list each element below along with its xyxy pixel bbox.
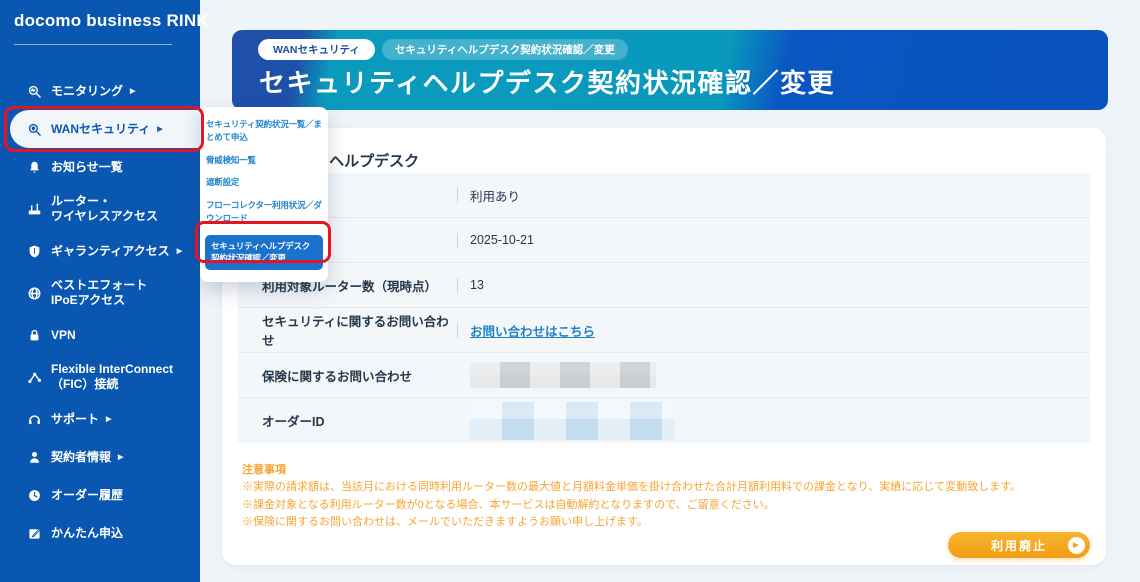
globe-icon — [26, 285, 42, 301]
sidebar-item-router-wireless[interactable]: ルーター・ワイヤレスアクセス — [0, 186, 200, 232]
submenu-item-flow-collector[interactable]: フローコレクター利用状況／ダウンロード — [206, 199, 322, 225]
sidebar-nav: モニタリング ▶ WANセキュリティ ▶ お知らせ一覧ルーター・ワイヤレスアクセスギャラ… — [0, 72, 200, 552]
submenu-item-threat-detection-list[interactable]: 脅威検知一覧 — [206, 154, 322, 167]
router-icon — [26, 201, 42, 217]
chevron-right-icon: ▶ — [106, 415, 111, 423]
redacted-value — [470, 362, 656, 388]
submenu-item-security-helpdesk[interactable]: セキュリティヘルプデスク契約状況確認／変更 — [205, 235, 323, 271]
page-header-banner: WANセキュリティ セキュリティヘルプデスク契約状況確認／変更 セキュリティヘル… — [232, 30, 1108, 110]
sidebar-item-label: オーダー履歴 — [51, 488, 123, 503]
sidebar-item-order-history[interactable]: オーダー履歴 — [0, 476, 200, 514]
monitoring-icon — [26, 83, 42, 99]
info-row-1: 利用あり — [238, 173, 1090, 218]
sidebar-item-news-list[interactable]: お知らせ一覧 — [0, 148, 200, 186]
info-row-4: セキュリティに関するお問い合わせお問い合わせはこちら — [238, 308, 1090, 353]
chevron-right-icon: ▶ — [177, 247, 182, 255]
sidebar: docomo business RINK モニタリング▶WANセキュリティ▶お知… — [0, 0, 200, 582]
sidebar-item-vpn[interactable]: VPN — [0, 316, 200, 354]
arrow-circle-icon: ▶ — [1068, 537, 1085, 554]
sidebar-item-label: Flexible InterConnect（FIC）接続 — [51, 362, 173, 392]
wan-security-icon — [26, 121, 42, 137]
submenu-item-block-settings[interactable]: 遮断設定 — [206, 176, 322, 189]
notes-block: 注意事項 ※実際の請求額は、当該月における同時利用ルーター数の最大値と月額料金単… — [242, 462, 1021, 532]
sidebar-item-monitoring[interactable]: モニタリング ▶ — [0, 72, 200, 110]
info-row-2: 2025-10-21 — [238, 218, 1090, 263]
value-divider — [457, 278, 458, 293]
value-divider — [457, 323, 458, 338]
brand-logo: docomo business RINK — [14, 11, 209, 31]
sidebar-item-wan-security[interactable]: WANセキュリティ ▶ — [10, 110, 200, 148]
breadcrumb-current-page: セキュリティヘルプデスク契約状況確認／変更 — [382, 39, 628, 60]
content-card: セキュリティヘルプデスク 利用あり2025-10-21利用対象ルーター数（現時点… — [222, 128, 1106, 565]
person-icon — [26, 449, 42, 465]
info-row-5: 保険に関するお問い合わせ — [238, 353, 1090, 398]
pencil-icon — [26, 525, 42, 541]
sidebar-item-support[interactable]: サポート ▶ — [0, 400, 200, 438]
notes-title: 注意事項 — [242, 462, 1021, 479]
network-icon — [26, 369, 42, 385]
redacted-value — [470, 402, 675, 440]
note-line: ※保険に関するお問い合わせは、メールでいただきますようお願い申し上げます。 — [242, 514, 1021, 531]
note-line: ※実際の請求額は、当該月における同時利用ルーター数の最大値と月額料金単価を掛け合… — [242, 479, 1021, 496]
sidebar-item-guarantee-access[interactable]: ギャランティアクセス ▶ — [0, 232, 200, 270]
notes-lines: ※実際の請求額は、当該月における同時利用ルーター数の最大値と月額料金単価を掛け合… — [242, 479, 1021, 531]
sidebar-item-label: WANセキュリティ — [51, 122, 150, 137]
value-divider — [457, 233, 458, 248]
row-label: セキュリティに関するお問い合わせ — [262, 311, 457, 349]
row-value: 13 — [470, 278, 484, 292]
submenu-item-security-contract-list[interactable]: セキュリティ契約状況一覧／まとめて申込 — [206, 118, 322, 144]
wan-security-submenu: セキュリティ契約状況一覧／まとめて申込脅威検知一覧遮断設定フローコレクター利用状… — [200, 107, 328, 282]
bell-icon — [26, 159, 42, 175]
row-label: 保険に関するお問い合わせ — [262, 366, 457, 385]
sidebar-item-label: 契約者情報 — [51, 450, 111, 465]
info-row-3: 利用対象ルーター数（現時点）13 — [238, 263, 1090, 308]
sidebar-item-besteffort-ipoe[interactable]: ベストエフォートIPoEアクセス — [0, 270, 200, 316]
sidebar-item-easy-application[interactable]: かんたん申込 — [0, 514, 200, 552]
chevron-right-icon: ▶ — [118, 453, 123, 461]
sidebar-item-contractor-info[interactable]: 契約者情報 ▶ — [0, 438, 200, 476]
lock-icon — [26, 327, 42, 343]
contact-link[interactable]: お問い合わせはこちら — [470, 321, 595, 340]
sidebar-item-label: お知らせ一覧 — [51, 160, 123, 175]
sidebar-item-label: サポート — [51, 412, 99, 427]
headset-icon — [26, 411, 42, 427]
cancel-usage-button-label: 利用廃止 — [991, 537, 1047, 554]
page-title: セキュリティヘルプデスク契約状況確認／変更 — [259, 63, 835, 100]
note-line: ※課金対象となる利用ルーター数が0となる場合、本サービスは自動解約となりますので… — [242, 497, 1021, 514]
chevron-right-icon: ▶ — [130, 87, 135, 95]
info-row-6: オーダーID — [238, 398, 1090, 443]
row-value: 2025-10-21 — [470, 233, 534, 247]
breadcrumb: WANセキュリティ セキュリティヘルプデスク契約状況確認／変更 — [258, 39, 628, 60]
sidebar-item-label: モニタリング — [51, 84, 123, 99]
row-label: オーダーID — [262, 411, 457, 430]
sidebar-item-label: ルーター・ワイヤレスアクセス — [51, 194, 158, 224]
chevron-right-icon: ▶ — [157, 125, 162, 133]
sidebar-item-fic-connection[interactable]: Flexible InterConnect（FIC）接続 — [0, 354, 200, 400]
row-value: 利用あり — [470, 186, 520, 205]
shield-icon — [26, 243, 42, 259]
sidebar-item-label: ベストエフォートIPoEアクセス — [51, 278, 147, 308]
cancel-usage-button[interactable]: 利用廃止 ▶ — [948, 532, 1090, 558]
sidebar-item-label: ギャランティアクセス — [51, 244, 170, 259]
sidebar-item-label: かんたん申込 — [51, 526, 123, 541]
logo-divider — [14, 44, 172, 45]
sidebar-item-label: VPN — [51, 328, 76, 343]
value-divider — [457, 188, 458, 203]
contract-info-table: 利用あり 2025-10-21 利用対象ルーター数（現時点）13セキュリティに関する… — [238, 173, 1090, 443]
breadcrumb-wan-security[interactable]: WANセキュリティ — [258, 39, 375, 60]
clock-icon — [26, 487, 42, 503]
